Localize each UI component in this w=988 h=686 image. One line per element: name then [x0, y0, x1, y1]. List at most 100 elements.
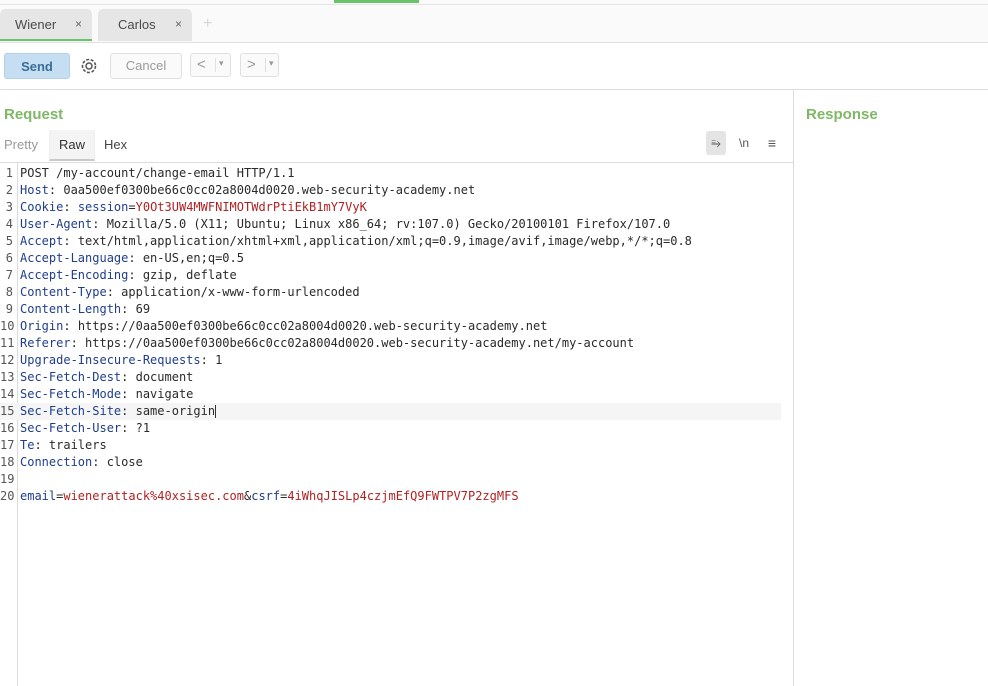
header-name: Accept [20, 234, 64, 248]
tab-label: Wiener [15, 17, 57, 32]
text-cursor [215, 405, 217, 418]
code-line: 17 Te: trailers [0, 438, 107, 452]
line-number: 12 [0, 353, 15, 367]
header-name: Referer [20, 336, 71, 350]
request-line: POST /my-account/change-email HTTP/1.1 [20, 166, 295, 180]
line-number: 13 [0, 370, 15, 384]
line-number: 8 [5, 285, 13, 299]
header-value: 0aa500ef0300be66c0cc02a8004d0020.web-sec… [63, 183, 476, 197]
line-number: 9 [5, 302, 13, 316]
chevron-down-icon[interactable]: ▾ [215, 58, 224, 72]
code-line: 2 Host: 0aa500ef0300be66c0cc02a8004d0020.… [0, 182, 793, 199]
header-name: Content-Length [20, 302, 122, 316]
line-number: 2 [5, 183, 13, 197]
line-number: 18 [0, 455, 15, 469]
param-name: email [20, 489, 57, 503]
code-line: 13 Sec-Fetch-Dest: document [0, 370, 194, 384]
cancel-button[interactable]: Cancel [110, 53, 182, 79]
history-forward-button[interactable]: > ▾ [240, 53, 279, 77]
tab-wiener[interactable]: Wiener × [0, 9, 92, 41]
close-icon[interactable]: × [175, 17, 182, 31]
header-name: Content-Type [20, 285, 107, 299]
panel-divider[interactable] [793, 90, 794, 686]
param-value: 4iWhqJISLp4czjmEfQ9FWTPV7P2zgMFS [287, 489, 519, 503]
header-value: application/x-www-form-urlencoded [121, 285, 360, 299]
header-value: close [106, 455, 143, 469]
tab-carlos[interactable]: Carlos × [98, 9, 192, 41]
code-line: 6 Accept-Language: en-US,en;q=0.5 [0, 250, 793, 267]
tab-bar: Wiener × Carlos × + [0, 5, 988, 43]
code-line: 20 email=wienerattack%40xsisec.com&csrf=4… [0, 489, 519, 503]
code-line: 3 Cookie: session=Y0Ot3UW4MWFNIMOTWdrPtiE… [0, 199, 793, 216]
header-name: Accept-Language [20, 251, 129, 265]
header-value: 1 [215, 353, 223, 367]
request-panel-title: Request [4, 106, 64, 123]
param-value: wienerattack%40xsisec.com [63, 489, 244, 503]
line-number: 5 [5, 234, 13, 248]
line-number: 16 [0, 421, 15, 435]
header-value: en-US,en;q=0.5 [142, 251, 244, 265]
header-name: Te [20, 438, 35, 452]
header-value: gzip, deflate [142, 268, 237, 282]
header-name: User-Agent [20, 217, 93, 231]
header-name: Sec-Fetch-Site [20, 404, 122, 418]
code-line: 19 [0, 471, 793, 488]
code-line: 10 Origin: https://0aa500ef0300be66c0cc02… [0, 319, 548, 333]
code-line: 14 Sec-Fetch-Mode: navigate [0, 387, 194, 401]
line-number: 10 [0, 319, 15, 333]
close-icon[interactable]: × [75, 17, 82, 31]
line-number: 17 [0, 438, 15, 452]
code-line: 7 Accept-Encoding: gzip, deflate [0, 267, 793, 284]
word-wrap-icon[interactable]: ⥱ [706, 131, 726, 155]
header-value: https://0aa500ef0300be66c0cc02a8004d0020… [85, 336, 635, 350]
code-line: 11 Referer: https://0aa500ef0300be66c0cc0… [0, 336, 635, 350]
tab-raw[interactable]: Raw [49, 130, 95, 161]
show-newlines-icon[interactable]: \n [734, 131, 754, 155]
code-line: 18 Connection: close [0, 455, 143, 469]
line-number: 19 [0, 472, 15, 486]
toolbar: Send Cancel < ▾ > ▾ [0, 43, 988, 90]
header-value: text/html,application/xhtml+xml,applicat… [77, 234, 692, 248]
header-name: Origin [20, 319, 64, 333]
code-line: 16 Sec-Fetch-User: ?1 [0, 421, 151, 435]
header-value: trailers [48, 438, 107, 452]
header-name: Cookie [20, 200, 64, 214]
tab-pretty[interactable]: Pretty [4, 130, 38, 161]
request-editor[interactable]: 1 POST /my-account/change-email HTTP/1.1 … [0, 165, 793, 505]
chevron-down-icon[interactable]: ▾ [265, 58, 274, 72]
header-name: Sec-Fetch-Mode [20, 387, 122, 401]
send-button[interactable]: Send [4, 53, 70, 79]
code-line: 12 Upgrade-Insecure-Requests: 1 [0, 353, 223, 367]
header-value: same-origin [135, 404, 216, 418]
code-line: 1 POST /my-account/change-email HTTP/1.1 [0, 165, 793, 182]
cookie-name: session [77, 200, 129, 214]
response-panel-title: Response [806, 106, 878, 123]
request-view-tabs: Pretty Raw Hex [0, 130, 793, 163]
header-value: 69 [135, 302, 151, 316]
line-number: 6 [5, 251, 13, 265]
settings-gear-icon[interactable] [77, 53, 101, 79]
forward-arrow-icon: > [247, 56, 256, 73]
header-value: https://0aa500ef0300be66c0cc02a8004d0020… [77, 319, 548, 333]
tab-label: Carlos [118, 17, 156, 32]
code-line-current: 15 Sec-Fetch-Site: same-origin [0, 403, 781, 420]
line-number: 14 [0, 387, 15, 401]
code-line: 8 Content-Type: application/x-www-form-ur… [0, 284, 793, 301]
tab-hex[interactable]: Hex [104, 130, 127, 161]
line-number: 4 [5, 217, 13, 231]
menu-icon[interactable]: ≡ [762, 131, 782, 155]
active-indicator [334, 0, 419, 3]
line-number: 7 [5, 268, 13, 282]
header-name: Sec-Fetch-User [20, 421, 122, 435]
code-line: 4 User-Agent: Mozilla/5.0 (X11; Ubuntu; L… [0, 216, 793, 233]
add-tab-icon[interactable]: + [203, 15, 212, 33]
history-back-button[interactable]: < ▾ [190, 53, 231, 77]
param-name: csrf [251, 489, 281, 503]
header-value: navigate [135, 387, 194, 401]
header-name: Accept-Encoding [20, 268, 129, 282]
line-number: 3 [5, 200, 13, 214]
header-name: Host [20, 183, 49, 197]
header-value: Mozilla/5.0 (X11; Ubuntu; Linux x86_64; … [106, 217, 671, 231]
line-number: 11 [0, 336, 15, 350]
header-value: ?1 [135, 421, 151, 435]
